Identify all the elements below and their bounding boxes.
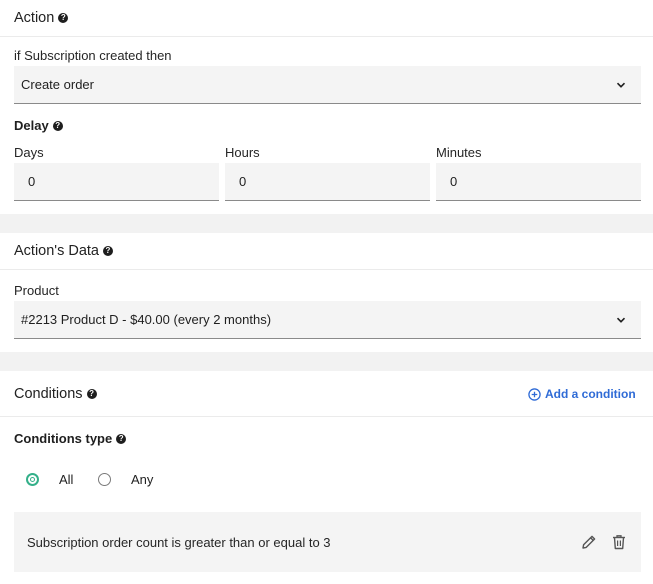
minutes-label: Minutes — [436, 145, 482, 160]
radio-all[interactable] — [26, 473, 39, 486]
conditions-type-label: Conditions type ? — [14, 431, 127, 446]
hours-label: Hours — [225, 145, 260, 160]
help-icon[interactable]: ? — [52, 120, 63, 131]
actions-data-title: Action's Data — [14, 243, 99, 259]
action-select[interactable]: Create order — [14, 66, 641, 104]
add-condition-button[interactable]: Add a condition — [528, 387, 636, 401]
section-divider — [0, 214, 653, 233]
product-label: Product — [14, 283, 59, 298]
delay-label: Delay ? — [14, 118, 63, 133]
delay-label-text: Delay — [14, 118, 49, 133]
product-select-value: #2213 Product D - $40.00 (every 2 months… — [21, 312, 272, 327]
hours-input[interactable] — [225, 163, 430, 201]
radio-any[interactable] — [98, 473, 111, 486]
conditions-type-text: Conditions type — [14, 431, 113, 446]
help-icon[interactable]: ? — [116, 433, 127, 444]
conditions-title: Conditions — [14, 385, 83, 402]
chevron-down-icon — [616, 317, 626, 323]
help-icon[interactable]: ? — [102, 246, 113, 256]
action-section: Action ? if Subscription created then Cr… — [0, 0, 653, 214]
radio-any-label[interactable]: Any — [131, 472, 153, 487]
section-divider — [0, 352, 653, 371]
action-select-value: Create order — [21, 77, 94, 92]
actions-data-section: Action's Data ? Product #2213 Product D … — [0, 233, 653, 352]
actions-data-header: Action's Data ? — [0, 233, 653, 270]
action-title: Action — [14, 10, 55, 26]
days-label: Days — [14, 145, 44, 160]
trash-icon[interactable] — [610, 533, 628, 551]
add-condition-label: Add a condition — [545, 387, 636, 401]
help-icon[interactable]: ? — [86, 388, 97, 399]
action-header: Action ? — [0, 0, 653, 37]
plus-circle-icon — [528, 387, 541, 401]
condition-item: Subscription order count is greater than… — [14, 512, 641, 572]
trigger-label: if Subscription created then — [14, 48, 172, 63]
condition-text: Subscription order count is greater than… — [27, 534, 331, 550]
minutes-input[interactable] — [436, 163, 641, 201]
product-select[interactable]: #2213 Product D - $40.00 (every 2 months… — [14, 301, 641, 339]
chevron-down-icon — [616, 82, 626, 88]
radio-all-label[interactable]: All — [59, 472, 73, 487]
help-icon[interactable]: ? — [58, 13, 69, 23]
days-input[interactable] — [14, 163, 219, 201]
edit-pencil-icon[interactable] — [580, 533, 598, 551]
